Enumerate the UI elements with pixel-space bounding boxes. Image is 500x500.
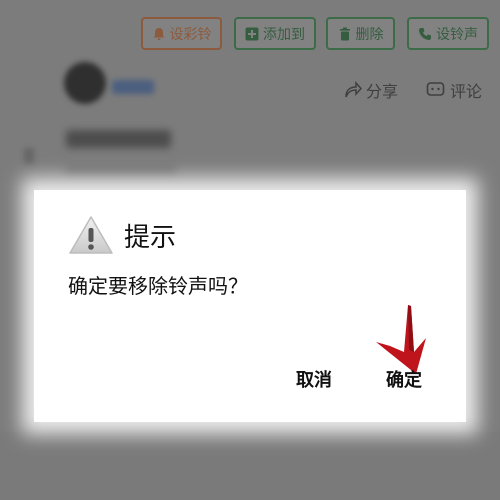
trash-icon: [339, 27, 350, 40]
song-subtitle-blurred: [66, 166, 176, 176]
share-label: 分享: [366, 82, 399, 101]
set-color-ringtone-button[interactable]: 设彩铃: [141, 17, 222, 50]
page-background-lower: [0, 432, 500, 500]
confirm-button[interactable]: 确定: [386, 366, 422, 392]
confirm-dialog: 提示 确定要移除铃声吗？ 取消 确定: [34, 190, 466, 422]
add-to-label: 添加到: [263, 26, 305, 43]
warning-icon: [69, 216, 113, 254]
share-button[interactable]: 分享: [344, 78, 398, 102]
blurred-content: [24, 148, 34, 164]
comment-label: 评论: [450, 82, 483, 101]
phone-icon: [419, 27, 431, 40]
set-ringtone-label: 设铃声: [436, 26, 478, 43]
avatar: [64, 62, 106, 104]
dialog-message: 确定要移除铃声吗？: [68, 274, 248, 298]
add-to-button[interactable]: 添加到: [234, 17, 316, 50]
dialog-title: 提示: [124, 222, 177, 253]
song-title-blurred: [66, 130, 171, 148]
share-icon: [345, 81, 362, 98]
comment-icon: [426, 82, 445, 96]
delete-button[interactable]: 删除: [326, 17, 395, 50]
username-blurred: [112, 80, 154, 94]
cancel-button[interactable]: 取消: [296, 366, 332, 392]
dialog-header: 提示: [68, 215, 176, 255]
comment-button[interactable]: 评论: [426, 78, 482, 102]
plus-square-icon: [245, 27, 259, 40]
bell-icon: [153, 27, 164, 40]
set-color-ringtone-label: 设彩铃: [169, 26, 212, 43]
delete-label: 删除: [355, 26, 384, 43]
set-ringtone-button[interactable]: 设铃声: [407, 17, 489, 50]
